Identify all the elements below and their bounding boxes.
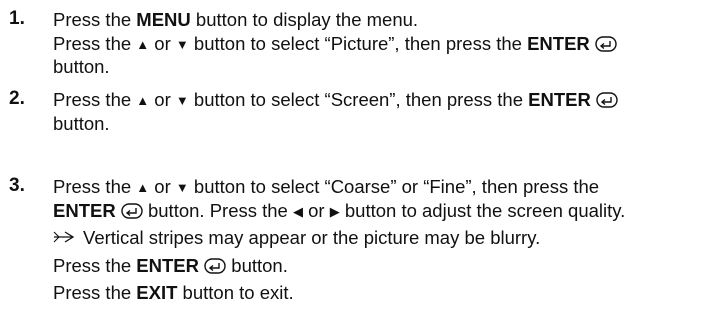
step-number: 2. (9, 88, 25, 109)
instruction-line: Press the ▲ or ▼ button to select “Scree… (53, 88, 618, 112)
step-body: Press the ▲ or ▼ button to select “Coars… (53, 175, 625, 305)
instruction-text: button. Press the (142, 199, 293, 221)
instruction-text: button to select “Coarse” or “Fine”, the… (188, 176, 600, 197)
enter-icon (595, 35, 617, 52)
note-arrow-icon (53, 231, 75, 243)
button-name-text: EXIT (136, 282, 178, 303)
step-number: 1. (9, 8, 25, 29)
button-name-text: ENTER (136, 254, 199, 276)
instruction-text: Press the (53, 9, 137, 30)
step-body: Press the MENU button to display the men… (53, 8, 617, 79)
enter-icon (204, 257, 226, 274)
instruction-line: Press the ENTER button. (53, 254, 625, 278)
down-triangle-icon: ▼ (175, 93, 189, 108)
up-triangle-icon: ▲ (136, 180, 150, 195)
enter-icon (121, 202, 143, 219)
instruction-text: or (149, 32, 176, 54)
button-name-text: ENTER (527, 32, 590, 54)
left-triangle-icon: ◀ (293, 203, 303, 219)
instruction-line: button. (53, 55, 617, 79)
instruction-text: button. (53, 56, 110, 77)
instruction-line: Press the ▲ or ▼ button to select “Pictu… (53, 32, 617, 56)
enter-icon (596, 92, 618, 108)
instruction-text: Press the (53, 282, 137, 303)
instruction-line: ENTER button. Press the ◀ or ▶ button to… (53, 199, 625, 223)
instruction-text: Press the (53, 32, 137, 54)
instruction-text: button. (226, 254, 288, 276)
step-number: 3. (9, 175, 25, 196)
instruction-line: Press the MENU button to display the men… (53, 8, 617, 32)
up-triangle-icon: ▲ (136, 36, 150, 52)
instruction-line: Vertical stripes may appear or the pictu… (53, 226, 625, 250)
button-name-text: MENU (136, 9, 191, 30)
instruction-text: or (303, 199, 330, 221)
instruction-text: Press the (53, 176, 137, 197)
instruction-text: button. (53, 112, 110, 134)
instruction-line: Press the EXIT button to exit. (53, 281, 625, 305)
button-name-text: ENTER (528, 89, 591, 110)
instruction-text: button to adjust the screen quality. (339, 199, 626, 221)
instruction-text: or (149, 89, 176, 110)
instruction-text: Vertical stripes may appear or the pictu… (83, 227, 541, 248)
instruction-text: button to select “Picture”, then press t… (188, 32, 528, 54)
up-triangle-icon: ▲ (136, 93, 150, 108)
instruction-text: Press the (53, 89, 137, 110)
button-name-text: ENTER (53, 199, 116, 221)
right-triangle-icon: ▶ (329, 203, 340, 219)
instruction-text: or (149, 176, 176, 197)
instruction-text: button to exit. (177, 282, 294, 303)
step-body: Press the ▲ or ▼ button to select “Scree… (53, 88, 618, 135)
instruction-text: Press the (53, 254, 137, 276)
instruction-text: button to display the menu. (190, 9, 419, 30)
down-triangle-icon: ▼ (175, 36, 189, 52)
down-triangle-icon: ▼ (175, 180, 189, 195)
instruction-text: button to select “Screen”, then press th… (188, 89, 529, 110)
instruction-line: button. (53, 112, 618, 136)
instruction-line: Press the ▲ or ▼ button to select “Coars… (53, 175, 625, 199)
